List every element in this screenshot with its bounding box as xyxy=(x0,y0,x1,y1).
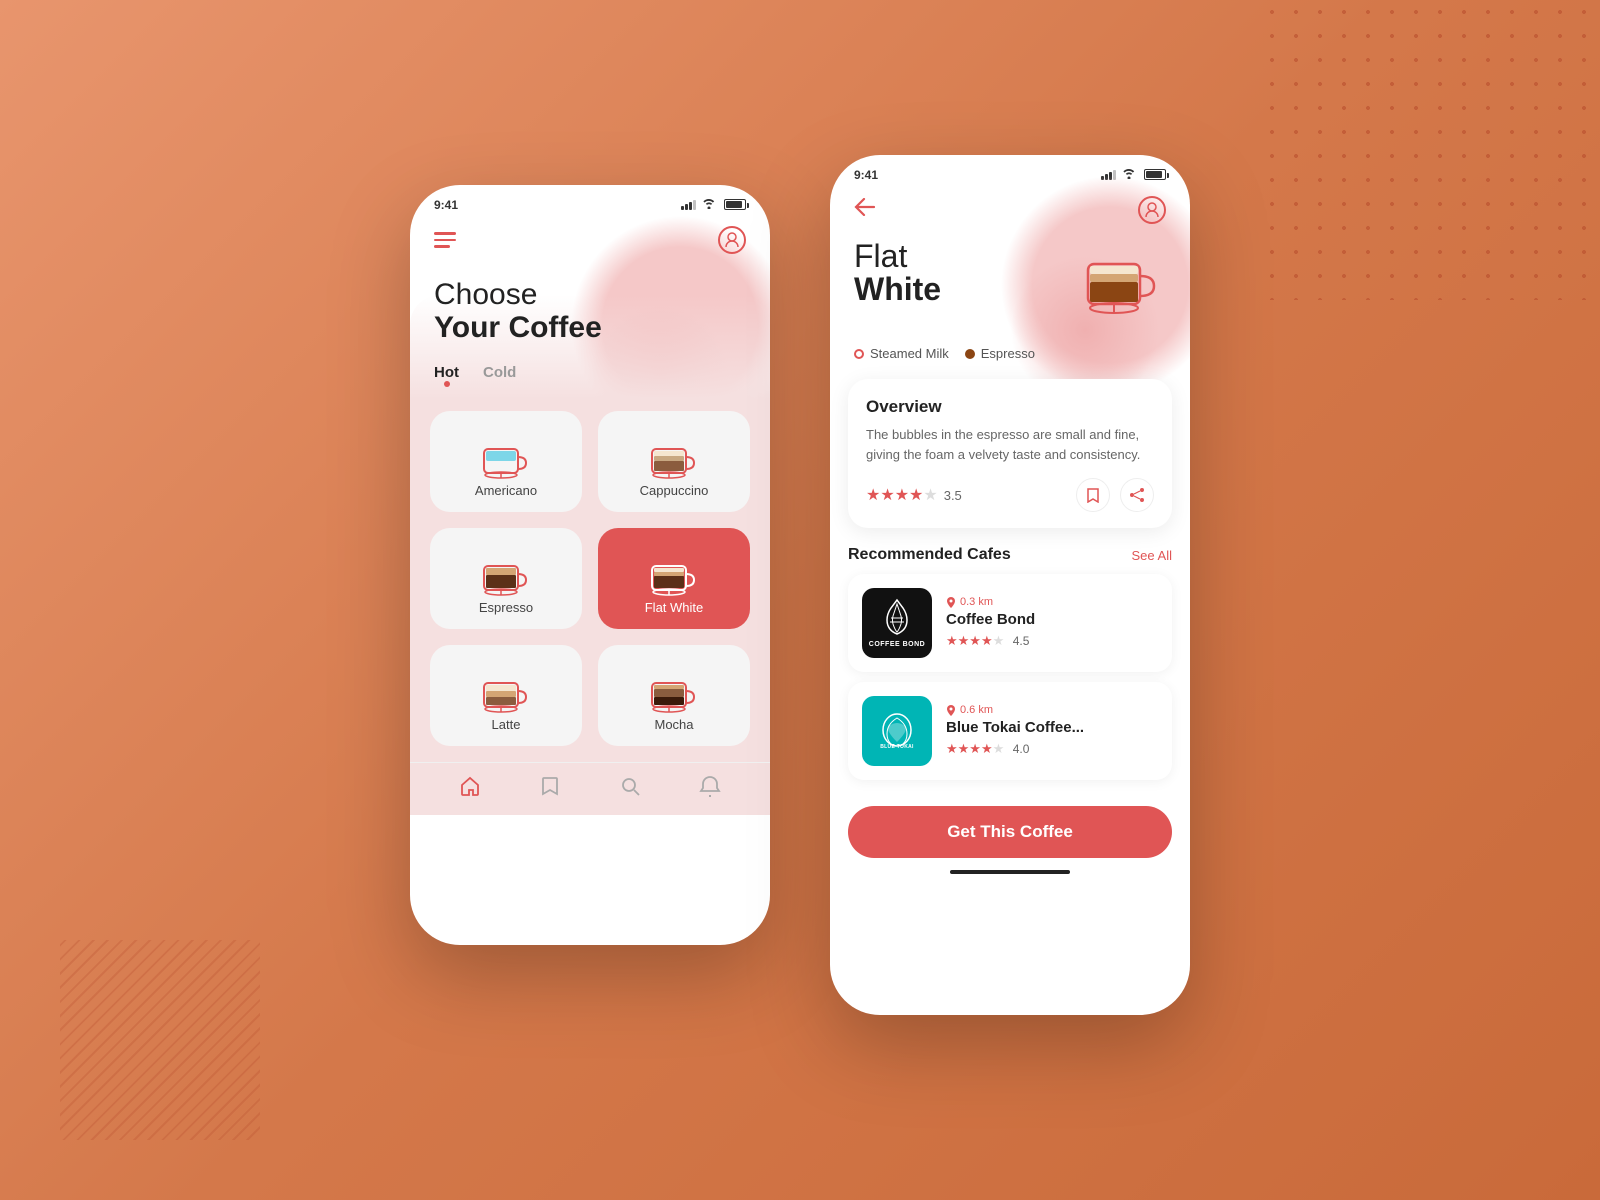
stars-display: ★★★★ xyxy=(866,485,923,505)
americano-cup-icon xyxy=(476,431,536,483)
phones-container: 9:41 xyxy=(410,185,1190,1015)
get-coffee-button[interactable]: Get This Coffee xyxy=(848,806,1172,858)
detail-cup-image xyxy=(1076,250,1166,330)
title-line1: Choose xyxy=(434,278,746,311)
espresso-label: Espresso xyxy=(479,600,533,615)
ingredients-row: Steamed Milk Espresso xyxy=(830,340,1190,375)
bond-distance: 0.3 km xyxy=(946,596,1158,608)
phone2-title-section: Flat White xyxy=(830,236,1190,340)
ingredient-milk: Steamed Milk xyxy=(854,346,949,361)
status-bar-1: 9:41 xyxy=(410,185,770,218)
nav-home[interactable] xyxy=(459,775,481,797)
milk-dot xyxy=(854,349,864,359)
svg-text:BLUE TOKAI: BLUE TOKAI xyxy=(880,744,914,750)
time-2: 9:41 xyxy=(854,168,878,182)
overview-title: Overview xyxy=(866,397,1154,417)
nav-bookmark[interactable] xyxy=(539,775,561,797)
coffee-grid: Americano Cappuccino xyxy=(410,401,770,762)
action-icons xyxy=(1076,478,1154,512)
overview-card: Overview The bubbles in the espresso are… xyxy=(848,379,1172,528)
share-action[interactable] xyxy=(1120,478,1154,512)
bond-name: Coffee Bond xyxy=(946,611,1158,628)
user-icon[interactable] xyxy=(718,226,746,254)
tokai-logo-icon: BLUE TOKAI xyxy=(879,710,915,750)
bond-logo: COFFEE BOND xyxy=(862,588,932,658)
bookmark-action[interactable] xyxy=(1076,478,1110,512)
flat-white-cup-icon xyxy=(644,548,704,600)
bond-logo-icon xyxy=(881,596,913,636)
rating-row: ★★★★★ 3.5 xyxy=(866,478,1154,512)
overview-text: The bubbles in the espresso are small an… xyxy=(866,425,1154,464)
decorative-lines xyxy=(60,940,260,1140)
time-1: 9:41 xyxy=(434,198,458,212)
user-icon-2[interactable] xyxy=(1138,196,1166,224)
phone1-header xyxy=(410,218,770,270)
signal-icon xyxy=(681,200,696,210)
bond-info: 0.3 km Coffee Bond ★★★★★ 4.5 xyxy=(946,596,1158,650)
cappuccino-label: Cappuccino xyxy=(640,483,709,498)
decorative-dots xyxy=(1260,0,1600,300)
wifi-icon xyxy=(702,197,716,212)
status-icons-1 xyxy=(681,197,746,212)
latte-label: Latte xyxy=(492,717,521,732)
ingredient-espresso: Espresso xyxy=(965,346,1035,361)
espresso-cup-icon xyxy=(476,548,536,600)
tokai-distance: 0.6 km xyxy=(946,704,1158,716)
cappuccino-cup-icon xyxy=(644,431,704,483)
title-white: White xyxy=(854,272,941,307)
recommended-section: Recommended Cafes See All xyxy=(830,542,1190,800)
coffee-card-americano[interactable]: Americano xyxy=(430,411,582,512)
battery-icon xyxy=(724,199,746,210)
americano-label: Americano xyxy=(475,483,537,498)
nav-search[interactable] xyxy=(619,775,641,797)
tab-cold[interactable]: Cold xyxy=(483,364,516,385)
tokai-name: Blue Tokai Coffee... xyxy=(946,719,1158,736)
menu-icon[interactable] xyxy=(434,232,456,248)
phone2-header xyxy=(830,188,1190,236)
mocha-label: Mocha xyxy=(654,717,693,732)
coffee-detail-title: Flat White xyxy=(854,240,941,307)
flat-white-detail-cup-icon xyxy=(1076,250,1166,328)
cafe-card-tokai[interactable]: BLUE TOKAI 0.6 km Blue Tokai Coffee... ★… xyxy=(848,682,1172,780)
tokai-info: 0.6 km Blue Tokai Coffee... ★★★★★ 4.0 xyxy=(946,704,1158,758)
tab-hot[interactable]: Hot xyxy=(434,364,459,385)
milk-label: Steamed Milk xyxy=(870,346,949,361)
coffee-card-flat-white[interactable]: Flat White xyxy=(598,528,750,629)
phone-2: 9:41 xyxy=(830,155,1190,1015)
phone-1: 9:41 xyxy=(410,185,770,945)
back-button[interactable] xyxy=(854,198,876,222)
see-all-button[interactable]: See All xyxy=(1132,548,1172,563)
coffee-card-espresso[interactable]: Espresso xyxy=(430,528,582,629)
bond-rating: ★★★★★ 4.5 xyxy=(946,632,1158,650)
flat-white-label: Flat White xyxy=(645,600,704,615)
coffee-card-latte[interactable]: Latte xyxy=(430,645,582,746)
mocha-cup-icon xyxy=(644,665,704,717)
espresso-label: Espresso xyxy=(981,346,1035,361)
bottom-nav xyxy=(410,762,770,805)
rating-number: 3.5 xyxy=(944,488,962,503)
title-line2: Your Coffee xyxy=(434,311,746,344)
rec-header: Recommended Cafes See All xyxy=(848,546,1172,564)
phone1-title: Choose Your Coffee xyxy=(410,270,770,364)
battery-icon-2 xyxy=(1144,169,1166,180)
latte-cup-icon xyxy=(476,665,536,717)
title-flat: Flat xyxy=(854,240,941,272)
home-indicator-2 xyxy=(950,870,1070,874)
rec-title: Recommended Cafes xyxy=(848,546,1011,564)
coffee-card-mocha[interactable]: Mocha xyxy=(598,645,750,746)
tokai-rating: ★★★★★ 4.0 xyxy=(946,740,1158,758)
filter-tabs: Hot Cold xyxy=(410,364,770,401)
cafe-card-bond[interactable]: COFFEE BOND 0.3 km Coffee Bond ★★★★★ 4.5 xyxy=(848,574,1172,672)
tokai-logo: BLUE TOKAI xyxy=(862,696,932,766)
nav-bell[interactable] xyxy=(699,775,721,797)
espresso-dot xyxy=(965,349,975,359)
coffee-card-cappuccino[interactable]: Cappuccino xyxy=(598,411,750,512)
